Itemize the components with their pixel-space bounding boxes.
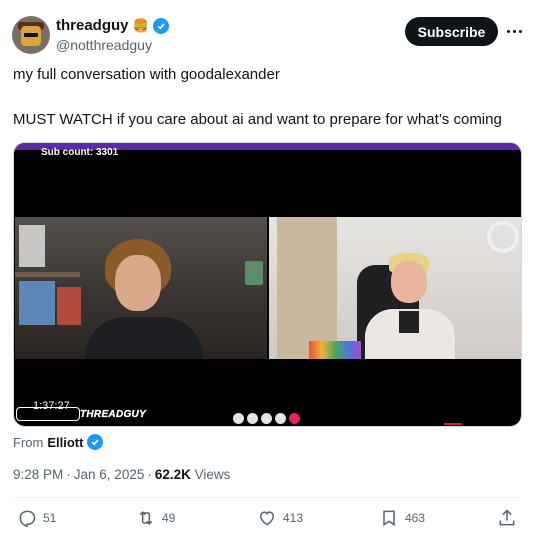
video-player[interactable]: Sub count: 3301 1:37:27 THREADGUY bbox=[13, 142, 522, 427]
action-bar: 51 49 413 463 bbox=[0, 508, 538, 532]
handle[interactable]: @notthreadguy bbox=[56, 37, 152, 53]
mic-icon bbox=[233, 413, 244, 424]
from-label: From bbox=[13, 434, 44, 450]
bookmark-count: 463 bbox=[405, 511, 426, 525]
tweet-date[interactable]: Jan 6, 2025 bbox=[74, 467, 145, 482]
channel-logo-text: THREADGUY bbox=[80, 409, 147, 420]
avatar[interactable] bbox=[12, 16, 50, 54]
like-count: 413 bbox=[283, 511, 304, 525]
bookmark-button[interactable]: 463 bbox=[379, 508, 425, 528]
share-icon bbox=[499, 509, 515, 526]
call-controls bbox=[233, 413, 300, 424]
subscribe-button[interactable]: Subscribe bbox=[405, 17, 498, 46]
verified-badge-icon bbox=[87, 434, 104, 450]
sub-count: Sub count: 3301 bbox=[41, 147, 119, 158]
end-call-icon bbox=[289, 413, 300, 424]
video-timestamp: 1:37:27 bbox=[33, 400, 70, 412]
reply-button[interactable]: 51 bbox=[17, 508, 56, 528]
display-name[interactable]: threadguy bbox=[56, 17, 129, 34]
tweet-meta: 9:28 PM · Jan 6, 2025 · 62.2K Views bbox=[13, 467, 231, 482]
recording-indicator bbox=[444, 423, 462, 425]
repost-count: 49 bbox=[162, 511, 176, 525]
tweet-text-line1: my full conversation with goodalexander bbox=[13, 66, 280, 83]
reply-count: 51 bbox=[43, 511, 57, 525]
views-label: Views bbox=[194, 467, 231, 482]
from-attribution[interactable]: From Elliott bbox=[13, 434, 104, 450]
verified-badge-icon bbox=[152, 17, 169, 34]
chat-icon bbox=[261, 413, 272, 424]
from-name[interactable]: Elliott bbox=[47, 435, 83, 450]
like-button[interactable]: 413 bbox=[257, 508, 303, 528]
author-name-row[interactable]: threadguy 🍔 bbox=[56, 17, 169, 34]
like-icon bbox=[259, 511, 275, 526]
divider bbox=[13, 497, 522, 498]
camera-icon bbox=[247, 413, 258, 424]
share-screen-icon bbox=[275, 413, 286, 424]
reply-icon bbox=[19, 510, 36, 528]
more-icon[interactable] bbox=[504, 22, 524, 40]
repost-button[interactable]: 49 bbox=[136, 508, 175, 528]
video-participant-left bbox=[15, 217, 267, 359]
share-button[interactable] bbox=[497, 508, 517, 528]
bookmark-icon bbox=[383, 510, 395, 527]
tweet-time[interactable]: 9:28 PM bbox=[13, 467, 63, 482]
video-participant-right bbox=[269, 217, 521, 359]
tweet-text-line2: MUST WATCH if you care about ai and want… bbox=[13, 111, 502, 128]
repost-icon bbox=[139, 511, 153, 525]
views-count: 62.2K bbox=[154, 467, 191, 482]
burger-emoji: 🍔 bbox=[132, 17, 149, 33]
